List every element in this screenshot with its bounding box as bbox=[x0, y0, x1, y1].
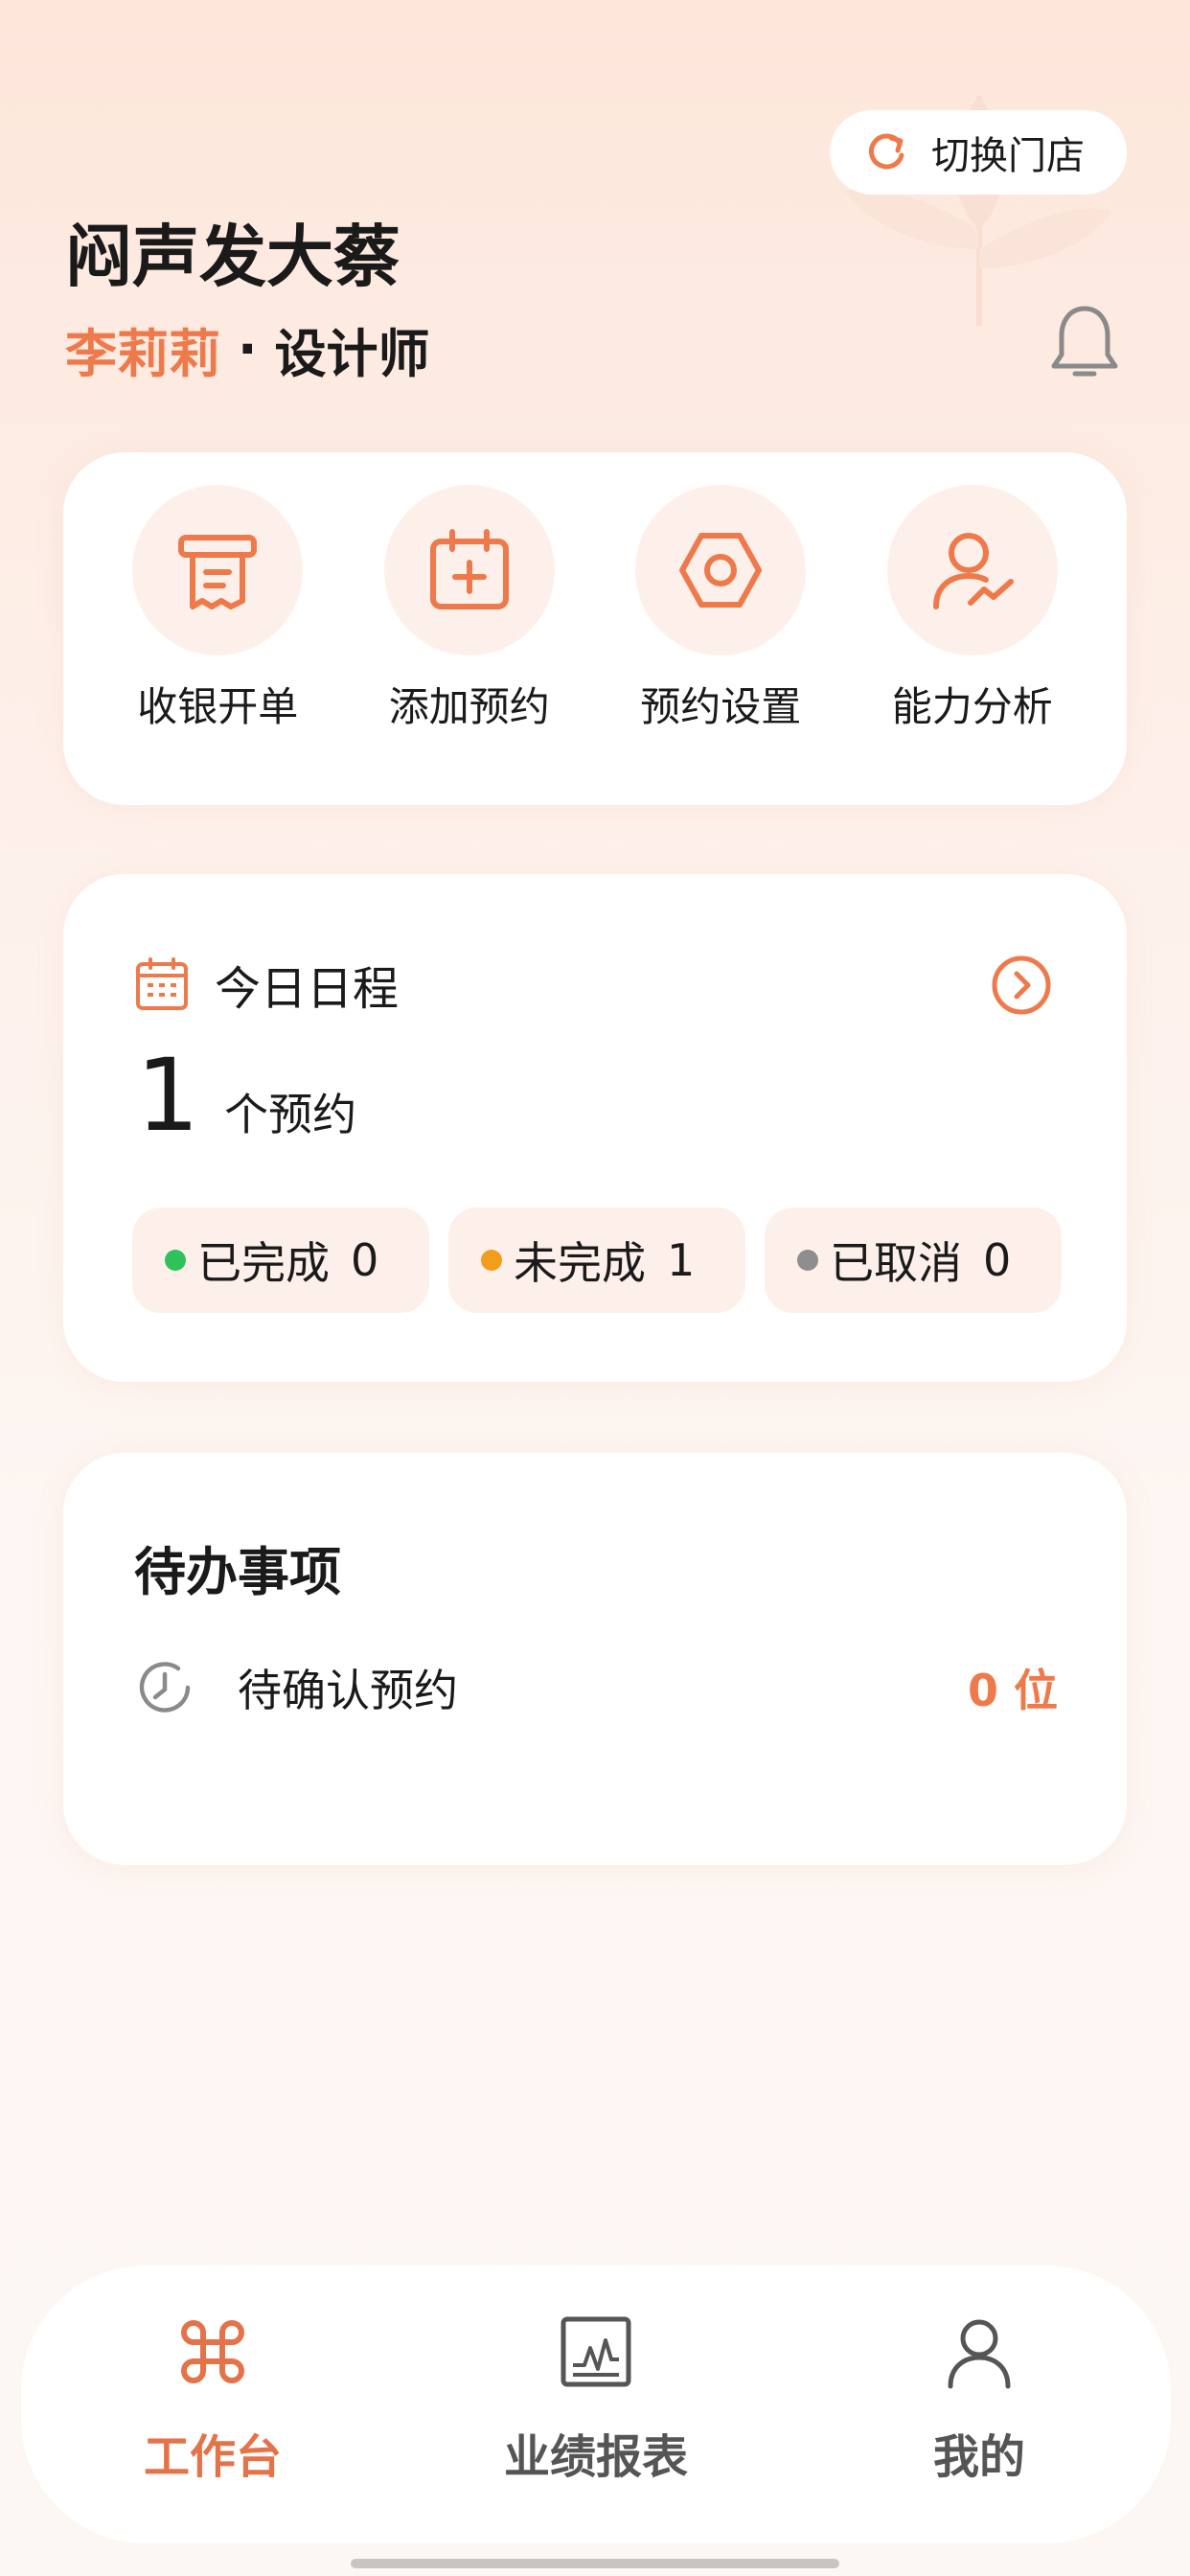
schedule-header: 今日日程 bbox=[134, 951, 399, 1018]
status-label: 已完成 bbox=[197, 1237, 330, 1289]
status-incomplete[interactable]: 未完成 1 bbox=[448, 1208, 745, 1313]
status-dot bbox=[481, 1250, 502, 1271]
refresh-icon bbox=[862, 128, 910, 176]
tab-label: 业绩报表 bbox=[503, 2430, 688, 2484]
quick-action-label: 添加预约 bbox=[388, 683, 550, 730]
quick-actions-card: 收银开单 添加预约 预约设置 能力分析 bbox=[63, 452, 1127, 805]
user-name: 李莉莉 bbox=[65, 324, 220, 384]
todo-item-value: 0 位 bbox=[967, 1665, 1058, 1716]
status-dot bbox=[797, 1250, 818, 1271]
tab-workbench[interactable]: 工作台 bbox=[69, 2313, 356, 2543]
tab-label: 我的 bbox=[932, 2430, 1025, 2484]
status-completed[interactable]: 已完成 0 bbox=[132, 1208, 429, 1313]
quick-action-ability-analysis[interactable]: 能力分析 bbox=[858, 485, 1087, 805]
settings-hexagon-icon bbox=[635, 485, 807, 656]
calendar-icon bbox=[134, 956, 190, 1012]
tab-label: 工作台 bbox=[143, 2430, 282, 2484]
quick-action-add-appointment[interactable]: 添加预约 bbox=[355, 485, 584, 805]
user-info: 李莉莉 · 设计师 bbox=[65, 311, 430, 387]
quick-action-label: 能力分析 bbox=[891, 683, 1053, 730]
todo-item-label: 待确认预约 bbox=[238, 1665, 458, 1716]
status-value: 0 bbox=[983, 1234, 1012, 1286]
chart-icon bbox=[558, 2313, 634, 2390]
status-dot bbox=[165, 1250, 186, 1271]
status-value: 1 bbox=[667, 1234, 696, 1286]
command-icon bbox=[174, 2313, 251, 2390]
store-name: 闷声发大蔡 bbox=[65, 218, 400, 296]
todo-title: 待办事项 bbox=[134, 1542, 341, 1602]
tab-performance-report[interactable]: 业绩报表 bbox=[452, 2313, 740, 2543]
quick-action-cashier[interactable]: 收银开单 bbox=[103, 485, 332, 805]
separator: · bbox=[238, 319, 258, 380]
receipt-icon bbox=[132, 485, 304, 656]
switch-store-button[interactable]: 切换门店 bbox=[830, 110, 1127, 195]
bottom-tab-bar: 工作台 业绩报表 我的 bbox=[21, 2266, 1171, 2543]
quick-action-label: 收银开单 bbox=[137, 683, 299, 730]
appointment-count-unit: 个预约 bbox=[224, 1089, 357, 1140]
todo-item-pending-appointments[interactable]: 待确认预约 0 位 bbox=[134, 1656, 1058, 1719]
clock-icon bbox=[134, 1657, 195, 1718]
home-indicator[interactable] bbox=[351, 2559, 839, 2568]
tab-mine[interactable]: 我的 bbox=[835, 2313, 1123, 2543]
calendar-add-icon bbox=[383, 485, 555, 656]
status-row: 已完成 0 未完成 1 已取消 0 bbox=[132, 1208, 1062, 1313]
today-schedule-card[interactable]: 今日日程 1 个预约 已完成 0 未完成 1 已取消 0 bbox=[63, 874, 1127, 1382]
status-label: 已取消 bbox=[830, 1237, 962, 1289]
status-cancelled[interactable]: 已取消 0 bbox=[765, 1208, 1062, 1313]
status-value: 0 bbox=[351, 1234, 379, 1286]
chevron-right-icon[interactable] bbox=[991, 954, 1052, 1016]
quick-action-appointment-settings[interactable]: 预约设置 bbox=[606, 485, 835, 805]
appointment-count: 1 个预约 bbox=[136, 1037, 356, 1154]
user-chart-icon bbox=[886, 485, 1058, 656]
user-role: 设计师 bbox=[274, 324, 430, 384]
appointment-count-number: 1 bbox=[136, 1037, 200, 1154]
user-icon bbox=[941, 2313, 1018, 2390]
switch-store-label: 切换门店 bbox=[931, 134, 1085, 178]
schedule-title: 今日日程 bbox=[215, 962, 400, 1016]
todo-card: 待办事项 待确认预约 0 位 bbox=[63, 1453, 1127, 1865]
bell-icon[interactable] bbox=[1048, 303, 1121, 383]
quick-action-label: 预约设置 bbox=[640, 683, 802, 730]
status-label: 未完成 bbox=[514, 1237, 646, 1289]
